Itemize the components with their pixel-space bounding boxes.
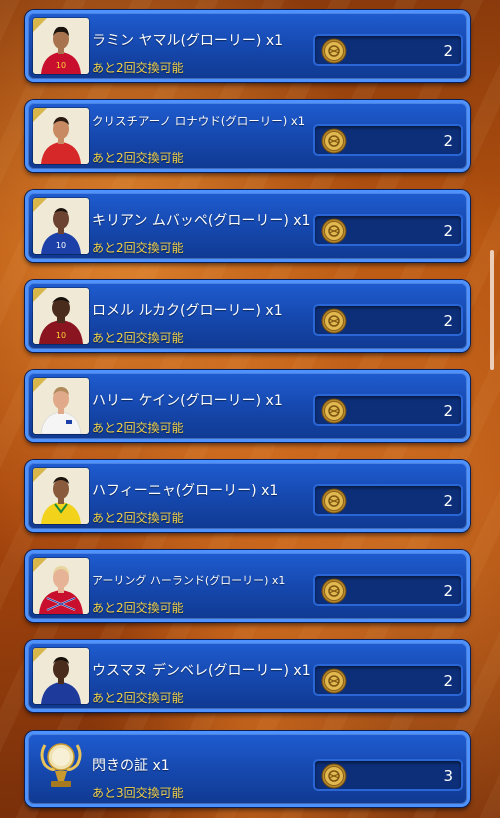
player-haaland-photo [33,558,89,614]
player-mbappe-photo: 10 [33,198,89,254]
cost-box: 2 [313,34,463,66]
cost-box: 2 [313,484,463,516]
exchange-item-row[interactable]: ウスマヌ デンベレ(グローリー) x1 あと2回交換可能 2 [25,640,470,712]
cost-value: 2 [443,492,453,510]
remaining-exchanges: あと3回交換可能 [92,786,184,800]
cost-box: 2 [313,574,463,606]
item-name: ハフィーニャ(グローリー) x1 [92,483,279,499]
remaining-exchanges: あと2回交換可能 [92,241,184,255]
item-name: アーリング ハーランド(グローリー) x1 [92,574,286,587]
svg-text:10: 10 [56,241,66,250]
player-ronaldo-photo [33,108,89,164]
remaining-exchanges: あと2回交換可能 [92,151,184,165]
cost-value: 2 [443,222,453,240]
coin-icon [321,218,347,244]
item-name: ラミン ヤマル(グローリー) x1 [92,33,284,49]
item-name: ロメル ルカク(グローリー) x1 [92,303,283,319]
item-name: ウスマヌ デンベレ(グローリー) x1 [92,663,311,679]
scrollbar-thumb[interactable] [490,250,494,370]
remaining-exchanges: あと2回交換可能 [92,331,184,345]
coin-icon [321,128,347,154]
item-name: クリスチアーノ ロナウド(グローリー) x1 [92,114,306,128]
coin-icon [321,398,347,424]
remaining-exchanges: あと2回交換可能 [92,511,184,525]
cost-box: 2 [313,664,463,696]
item-name: 閃きの証 x1 [92,758,170,774]
item-name: キリアン ムバッペ(グローリー) x1 [92,213,311,229]
exchange-item-row[interactable]: 10 ロメル ルカク(グローリー) x1 あと2回交換可能 2 [25,280,470,352]
player-yamal-photo: 10 [33,18,89,74]
exchange-item-row[interactable]: クリスチアーノ ロナウド(グローリー) x1 あと2回交換可能 2 [25,100,470,172]
coin-icon [321,488,347,514]
svg-text:10: 10 [56,331,66,340]
cost-value: 2 [443,42,453,60]
cost-value: 2 [443,402,453,420]
remaining-exchanges: あと2回交換可能 [92,691,184,705]
remaining-exchanges: あと2回交換可能 [92,61,184,75]
cost-value: 2 [443,132,453,150]
cost-box: 2 [313,394,463,426]
remaining-exchanges: あと2回交換可能 [92,421,184,435]
coin-icon [321,578,347,604]
exchange-item-row[interactable]: アーリング ハーランド(グローリー) x1 あと2回交換可能 2 [25,550,470,622]
exchange-item-row[interactable]: 10 ラミン ヤマル(グローリー) x1 あと2回交換可能 2 [25,10,470,82]
remaining-exchanges: あと2回交換可能 [92,601,184,615]
cost-value: 2 [443,582,453,600]
cost-value: 2 [443,312,453,330]
item-name: ハリー ケイン(グローリー) x1 [92,393,283,409]
coin-icon [321,668,347,694]
exchange-item-row[interactable]: 10 キリアン ムバッペ(グローリー) x1 あと2回交換可能 2 [25,190,470,262]
player-dembele-photo [33,648,89,704]
cost-box: 2 [313,304,463,336]
player-lukaku-photo: 10 [33,288,89,344]
cost-value: 2 [443,672,453,690]
exchange-item-list: 10 ラミン ヤマル(グローリー) x1 あと2回交換可能 2 クリスチアーノ … [0,0,500,818]
svg-text:10: 10 [56,61,66,70]
exchange-item-row[interactable]: ハフィーニャ(グローリー) x1 あと2回交換可能 2 [25,460,470,532]
exchange-item-row[interactable]: ★★★★★ 閃きの証 x1 あと3回交換可能 3 [25,731,470,807]
cost-box: 2 [313,214,463,246]
cost-box: 2 [313,124,463,156]
cost-box: 3 [313,759,463,791]
coin-icon [321,308,347,334]
coin-icon [321,38,347,64]
cost-value: 3 [443,767,453,785]
trophy-icon: ★★★★★ [33,739,89,795]
exchange-item-row[interactable]: ハリー ケイン(グローリー) x1 あと2回交換可能 2 [25,370,470,442]
player-raphinha-photo [33,468,89,524]
coin-icon [321,763,347,789]
player-kane-photo [33,378,89,434]
